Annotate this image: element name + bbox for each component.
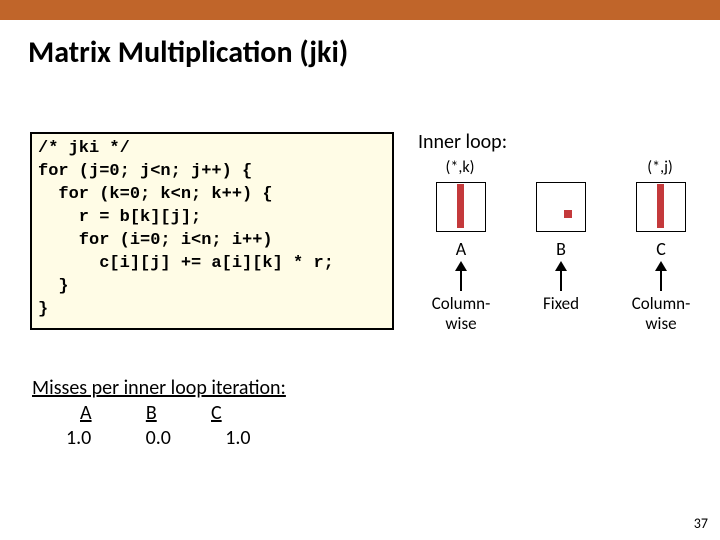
arrow-up-icon [460, 263, 462, 291]
matrix-c-name: C [636, 238, 686, 260]
matrix-b-element-dot [564, 210, 572, 218]
matrix-c-access: Column- wise [622, 294, 700, 333]
accent-bar [0, 0, 720, 20]
matrix-b-square [536, 182, 586, 232]
misses-table: Misses per inner loop iteration: A B C 1… [32, 376, 286, 451]
matrix-a-name: A [436, 238, 486, 260]
code-block: /* jki */ for (j=0; j<n; j++) { for (k=0… [30, 132, 394, 330]
misses-col-c: C [211, 401, 222, 425]
matrix-c-index: (*,j) [630, 158, 690, 177]
misses-col-a: A [80, 401, 92, 425]
misses-val-c: 1.0 [225, 426, 250, 450]
matrix-b-access: Fixed [522, 294, 600, 314]
page-title: Matrix Multiplication (jki) [28, 34, 720, 71]
misses-val-b: 0.0 [146, 426, 171, 450]
misses-heading: Misses per inner loop iteration: [32, 376, 286, 400]
misses-val-a: 1.0 [66, 426, 91, 450]
matrix-a-index: (*,k) [430, 158, 490, 177]
matrix-b-name: B [536, 238, 586, 260]
matrix-c-column-stripe [657, 184, 664, 228]
inner-loop-label: Inner loop: [418, 130, 507, 154]
misses-col-b: B [146, 401, 157, 425]
arrow-up-icon [660, 263, 662, 291]
arrow-up-icon [560, 263, 562, 291]
page-number: 37 [694, 515, 708, 532]
matrix-a-access: Column- wise [422, 294, 500, 333]
matrix-a-column-stripe [457, 184, 464, 228]
